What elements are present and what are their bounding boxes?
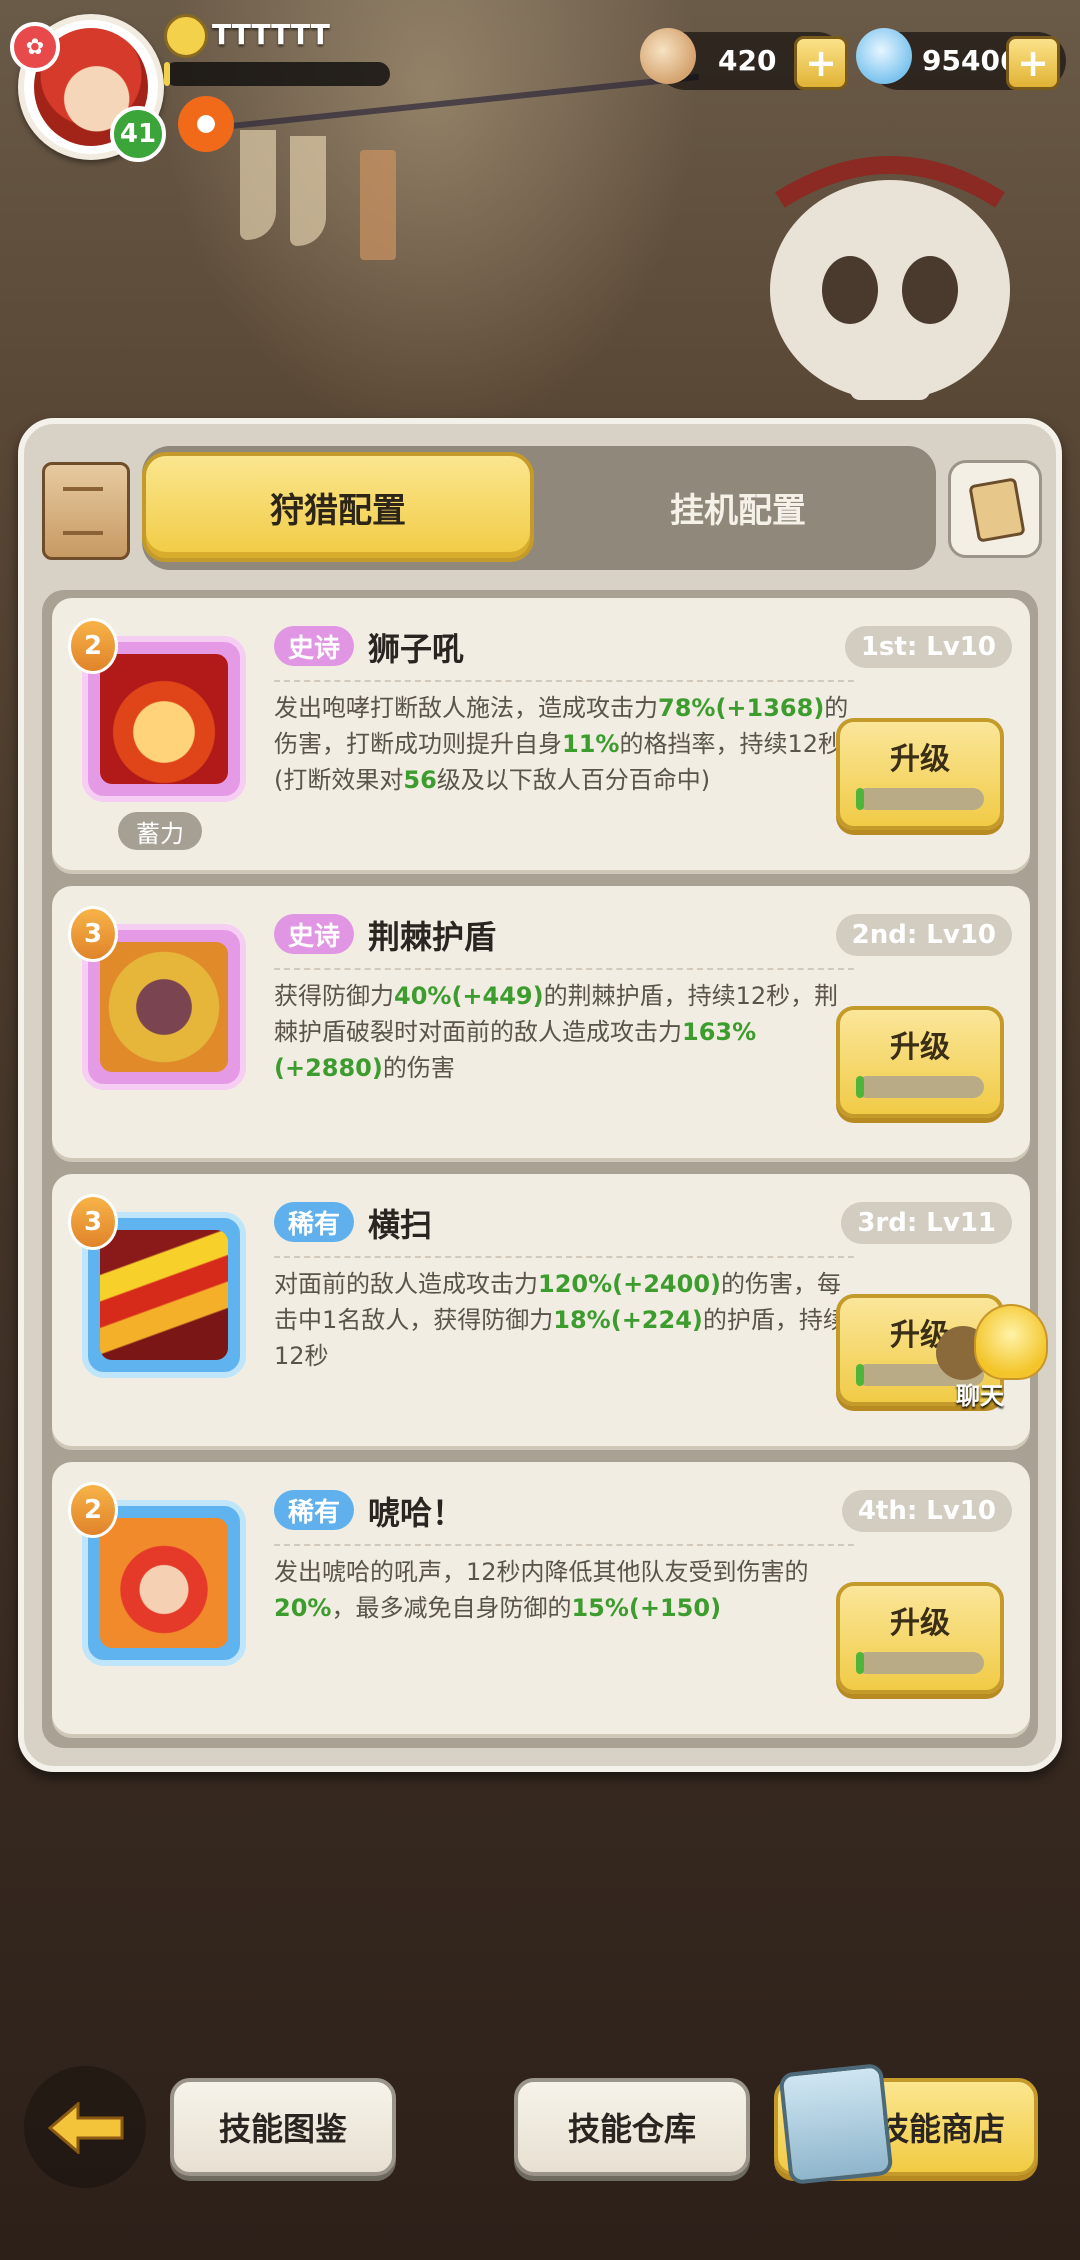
skill-name: 唬哈！ xyxy=(368,1494,465,1532)
smiley-icon xyxy=(164,14,208,58)
tab-hunting-config[interactable]: 狩猎配置 xyxy=(142,452,534,562)
skill-slot-level: 4th: Lv10 xyxy=(841,1490,1012,1532)
skill-slot-level: 2nd: Lv10 xyxy=(835,914,1012,956)
upgrade-progress-bar xyxy=(856,1652,984,1674)
gem-icon xyxy=(856,28,912,84)
tab-idle-config[interactable]: 挂机配置 xyxy=(540,452,936,562)
charge-label: 蓄力 xyxy=(118,812,202,850)
skull-decoration xyxy=(770,156,1010,400)
player-level-badge: 41 xyxy=(110,106,166,162)
upgrade-button[interactable]: 升级 xyxy=(836,718,1004,830)
experience-bar xyxy=(164,62,390,86)
rarity-badge: 稀有 xyxy=(274,1490,355,1530)
skill-count-badge: 3 xyxy=(68,906,118,962)
skill-description: 发出咆哮打断敌人施法，造成攻击力78%(+1368)的伤害，打断成功则提升自身1… xyxy=(274,694,849,794)
divider xyxy=(274,968,854,970)
divider xyxy=(274,1256,854,1258)
divider xyxy=(274,680,854,682)
upgrade-button[interactable]: 升级 xyxy=(836,1006,1004,1118)
thorn-shield-skill-icon xyxy=(100,942,228,1072)
upgrade-label: 升级 xyxy=(890,1030,950,1065)
gem-amount: 95406 xyxy=(922,44,1020,77)
scroll-icon[interactable] xyxy=(42,462,130,560)
upgrade-label: 升级 xyxy=(890,742,950,777)
back-arrow-icon xyxy=(48,2102,124,2154)
player-name: TTTTTT xyxy=(212,18,330,51)
skill-card-3: 3 稀有 横扫 3rd: Lv11 对面前的敌人造成攻击力120%(+2400)… xyxy=(52,1174,1030,1446)
upgrade-progress-bar xyxy=(856,1076,984,1098)
skill-card-4: 2 稀有 唬哈！ 4th: Lv10 发出唬哈的吼声，12秒内降低其他队友受到伤… xyxy=(52,1462,1030,1734)
skill-name: 荆棘护盾 xyxy=(368,918,497,956)
skill-card-icon[interactable] xyxy=(948,460,1042,558)
divider xyxy=(274,1544,854,1546)
chat-button[interactable]: 聊天 xyxy=(936,1304,1048,1414)
hanging-tooth xyxy=(240,130,276,240)
skill-name: 横扫 xyxy=(368,1206,433,1244)
hanging-meat xyxy=(360,150,396,260)
experience-bar-fill xyxy=(164,62,170,86)
skill-count-badge: 2 xyxy=(68,1482,118,1538)
skill-slot-level: 3rd: Lv11 xyxy=(841,1202,1012,1244)
skill-codex-button[interactable]: 技能图鉴 xyxy=(170,2078,396,2176)
upgrade-button[interactable]: 升级 xyxy=(836,1582,1004,1694)
rarity-badge: 史诗 xyxy=(274,914,355,954)
shout-skill-icon xyxy=(100,1518,228,1648)
skill-description: 对面前的敌人造成攻击力120%(+2400)的伤害，每击中1名敌人，获得防御力1… xyxy=(274,1270,847,1370)
skill-description: 获得防御力40%(+449)的荆棘护盾，持续12秒，荆棘护盾破裂时对面前的敌人造… xyxy=(274,982,839,1082)
upgrade-progress-fill xyxy=(856,788,864,810)
lion-roar-skill-icon xyxy=(100,654,228,784)
skill-count-badge: 2 xyxy=(68,618,118,674)
rarity-badge: 史诗 xyxy=(274,626,355,666)
skill-storage-button[interactable]: 技能仓库 xyxy=(514,2078,750,2176)
shell-icon xyxy=(640,28,696,84)
skill-slot-level: 1st: Lv10 xyxy=(844,626,1012,668)
add-shell-button[interactable]: + xyxy=(794,36,848,90)
upgrade-progress-fill xyxy=(856,1364,864,1386)
achievement-badge-icon[interactable] xyxy=(178,96,234,152)
add-gem-button[interactable]: + xyxy=(1006,36,1060,90)
sweep-skill-icon xyxy=(100,1230,228,1360)
skill-count-badge: 3 xyxy=(68,1194,118,1250)
chat-label: 聊天 xyxy=(956,1382,1004,1410)
upgrade-progress-fill xyxy=(856,1652,864,1674)
shop-icon xyxy=(778,2062,894,2186)
skill-card-1: 2 蓄力 史诗 狮子吼 1st: Lv10 发出咆哮打断敌人施法，造成攻击力78… xyxy=(52,598,1030,870)
hanging-tooth xyxy=(290,136,326,246)
chat-smiley-icon xyxy=(974,1304,1048,1380)
skill-description: 发出唬哈的吼声，12秒内降低其他队友受到伤害的20%，最多减免自身防御的15%(… xyxy=(274,1558,809,1622)
upgrade-progress-fill xyxy=(856,1076,864,1098)
avatar-emblem-icon: ✿ xyxy=(10,22,60,72)
skill-card-2: 3 史诗 荆棘护盾 2nd: Lv10 获得防御力40%(+449)的荆棘护盾，… xyxy=(52,886,1030,1158)
upgrade-progress-bar xyxy=(856,788,984,810)
rarity-badge: 稀有 xyxy=(274,1202,355,1242)
skill-name: 狮子吼 xyxy=(368,630,465,668)
shell-amount: 420 xyxy=(718,44,777,77)
upgrade-label: 升级 xyxy=(890,1606,950,1641)
